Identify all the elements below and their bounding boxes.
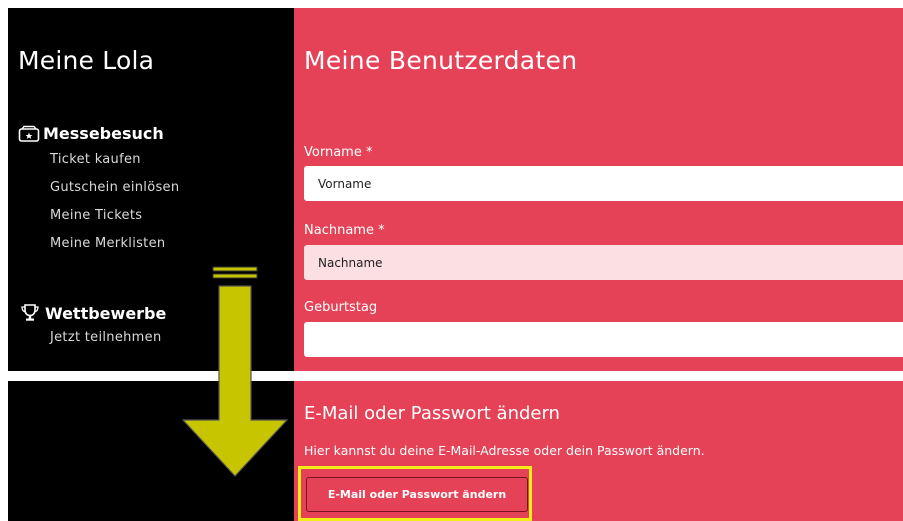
vorname-label: Vorname * (304, 145, 373, 160)
section-heading-wettbewerbe: Wettbewerbe (18, 303, 166, 323)
email-section-description: Hier kannst du deine E-Mail-Adresse oder… (304, 443, 705, 458)
trophy-icon (18, 303, 42, 323)
nav-item-ticket-kaufen[interactable]: Ticket kaufen (50, 152, 141, 167)
geburtstag-field[interactable] (304, 322, 903, 357)
nav-item-jetzt-teilnehmen[interactable]: Jetzt teilnehmen (50, 330, 161, 345)
email-section: E-Mail oder Passwort ändern Hier kannst … (294, 381, 903, 521)
section-heading-label: Wettbewerbe (45, 303, 167, 323)
email-section-title: E-Mail oder Passwort ändern (304, 403, 560, 424)
nachname-field[interactable] (304, 245, 903, 280)
profile-panel: Meine Lola Messebesuch Ticket kaufen Gut… (8, 8, 903, 371)
email-password-panel: E-Mail oder Passwort ändern Hier kannst … (8, 381, 903, 521)
sidebar-title: Meine Lola (18, 46, 155, 75)
main-content: Meine Benutzerdaten Vorname * Nachname *… (294, 8, 903, 371)
nav-item-meine-merklisten[interactable]: Meine Merklisten (50, 236, 165, 251)
vorname-field[interactable] (304, 166, 903, 201)
nachname-label: Nachname * (304, 223, 385, 238)
section-heading-label: Messebesuch (43, 124, 164, 143)
sidebar-bottom (8, 381, 294, 521)
nav-item-meine-tickets[interactable]: Meine Tickets (50, 208, 142, 223)
change-email-password-button[interactable]: E-Mail oder Passwort ändern (306, 477, 528, 512)
geburtstag-label: Geburtstag (304, 300, 378, 315)
page-title: Meine Benutzerdaten (304, 46, 578, 75)
sidebar: Meine Lola Messebesuch Ticket kaufen Gut… (8, 8, 294, 371)
section-heading-messebesuch: Messebesuch (18, 124, 164, 143)
nav-item-gutschein-einloesen[interactable]: Gutschein einlösen (50, 180, 179, 195)
ticket-icon (18, 125, 40, 143)
